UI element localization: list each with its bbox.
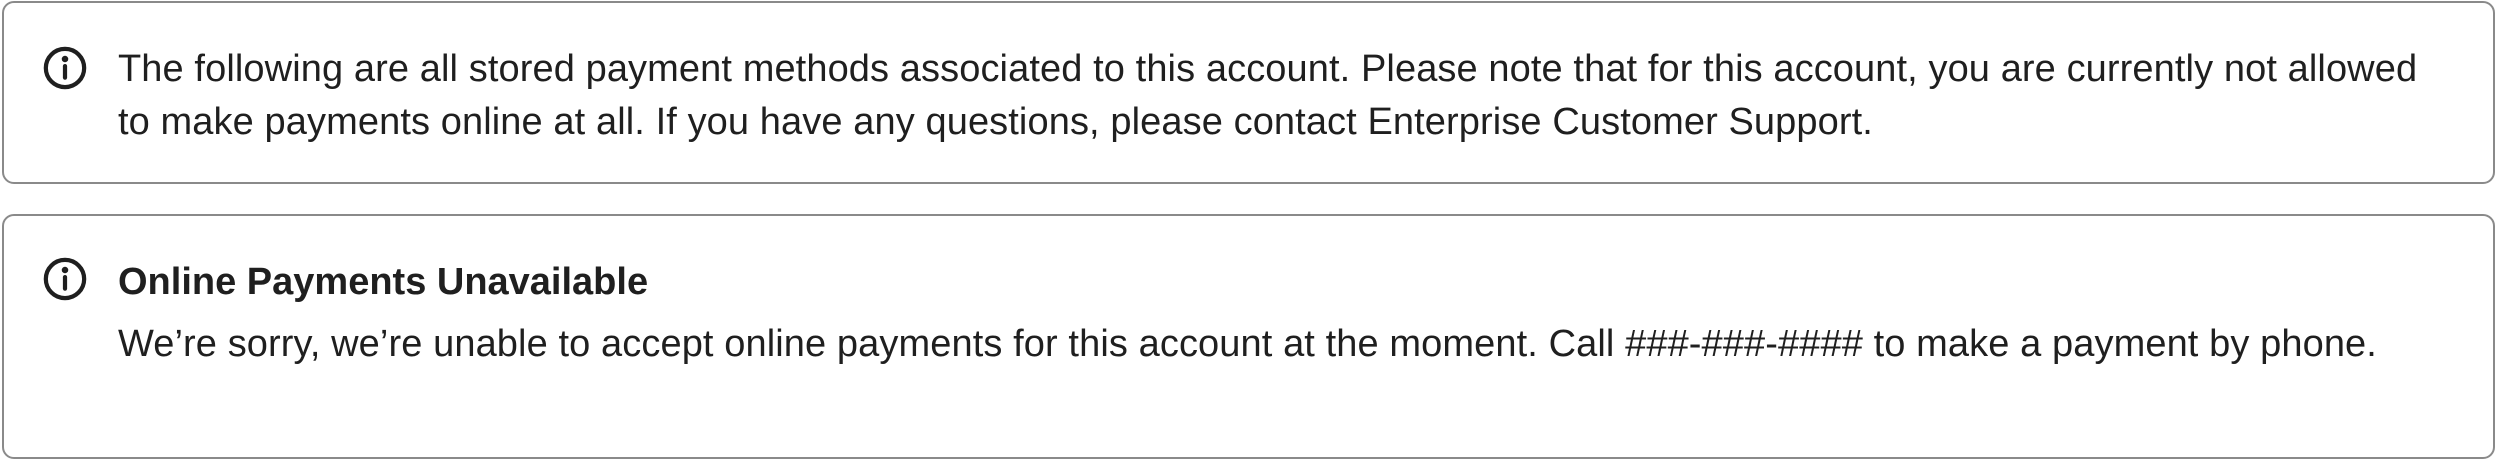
info-icon (42, 45, 88, 91)
alert-message: The following are all stored payment met… (118, 48, 2418, 143)
alert-message: We’re sorry, we’re unable to accept onli… (118, 323, 2377, 365)
alert-body: Online Payments Unavailable We’re sorry,… (118, 256, 2453, 371)
online-payments-unavailable-alert: Online Payments Unavailable We’re sorry,… (2, 214, 2495, 459)
info-icon (42, 256, 88, 302)
payment-methods-info-alert: The following are all stored payment met… (2, 1, 2495, 184)
alert-body: The following are all stored payment met… (118, 43, 2453, 149)
alert-title: Online Payments Unavailable (118, 261, 649, 303)
